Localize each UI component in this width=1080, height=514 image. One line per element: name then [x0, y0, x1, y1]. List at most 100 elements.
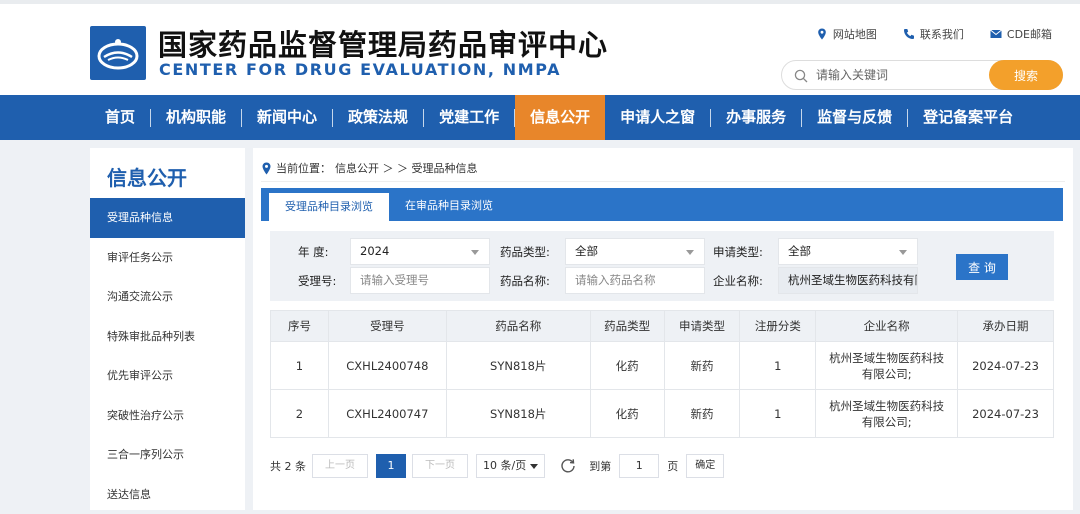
- nav-item-news[interactable]: 新闻中心: [242, 95, 332, 140]
- nav-item-applicant[interactable]: 申请人之窗: [605, 95, 710, 140]
- cell-company: 杭州圣域生物医药科技有限公司;: [816, 342, 958, 390]
- year-value: 2024: [360, 244, 389, 258]
- divider: [261, 181, 1065, 182]
- page-size-select[interactable]: 10 条/页: [476, 454, 545, 478]
- page-number-current[interactable]: 1: [376, 454, 406, 478]
- nav-item-party[interactable]: 党建工作: [424, 95, 514, 140]
- location-pin-icon: [261, 162, 272, 175]
- breadcrumb: 当前位置： 信息公开 ＞ ＞ 受理品种信息: [261, 160, 478, 176]
- accept-no-input[interactable]: 请输入受理号: [350, 267, 490, 294]
- nav-item-functions[interactable]: 机构职能: [151, 95, 241, 140]
- top-links: 网站地图 联系我们 CDE邮箱: [816, 26, 1052, 42]
- mail-label: CDE邮箱: [1007, 26, 1052, 42]
- tab-bar: 受理品种目录浏览 在审品种目录浏览: [261, 188, 1063, 221]
- sidebar-item-review-tasks[interactable]: 审评任务公示: [90, 238, 245, 278]
- sidebar-item-three-in-one[interactable]: 三合一序列公示: [90, 435, 245, 475]
- apply-type-select[interactable]: 全部: [778, 238, 918, 265]
- year-select[interactable]: 2024: [350, 238, 490, 265]
- nav-item-policy[interactable]: 政策法规: [333, 95, 423, 140]
- tab-accepted-catalog[interactable]: 受理品种目录浏览: [269, 193, 389, 221]
- company-label: 企业名称:: [713, 273, 763, 289]
- year-label: 年 度:: [298, 244, 329, 260]
- cell-accept-no: CXHL2400748: [328, 342, 446, 390]
- drug-type-value: 全部: [575, 244, 598, 258]
- nav-item-registration[interactable]: 登记备案平台: [908, 95, 1028, 140]
- column-header: 序号: [271, 311, 329, 342]
- column-header: 受理号: [328, 311, 446, 342]
- mail-icon: [990, 28, 1002, 40]
- logo-emblem-icon: [90, 26, 146, 80]
- next-page-button[interactable]: 下一页: [412, 454, 468, 478]
- search-button[interactable]: 搜索: [989, 60, 1063, 90]
- site-header: 国家药品监督管理局药品审评中心 CENTER FOR DRUG EVALUATI…: [0, 4, 1080, 95]
- page-unit-label: 页: [667, 458, 678, 474]
- cell-index: 1: [271, 342, 329, 390]
- prev-page-button[interactable]: 上一页: [312, 454, 368, 478]
- drug-type-label: 药品类型:: [500, 244, 550, 260]
- results-table: 序号 受理号 药品名称 药品类型 申请类型 注册分类 企业名称 承办日期 1 C…: [270, 310, 1054, 438]
- table-row[interactable]: 1 CXHL2400748 SYN818片 化药 新药 1 杭州圣域生物医药科技…: [271, 342, 1054, 390]
- cde-logo[interactable]: [90, 26, 146, 80]
- nav-item-info-public[interactable]: 信息公开: [515, 95, 605, 140]
- goto-label: 到第: [589, 458, 611, 474]
- cell-reg-class: 1: [740, 342, 816, 390]
- breadcrumb-prefix: 当前位置：: [276, 160, 331, 176]
- cell-drug-name: SYN818片: [446, 342, 590, 390]
- goto-confirm-button[interactable]: 确定: [686, 454, 724, 478]
- contact-link[interactable]: 联系我们: [903, 26, 964, 42]
- nav-item-services[interactable]: 办事服务: [711, 95, 801, 140]
- cell-date: 2024-07-23: [958, 342, 1054, 390]
- sidebar-title: 信息公开: [90, 148, 245, 198]
- goto-page-input[interactable]: 1: [619, 454, 659, 478]
- column-header: 注册分类: [740, 311, 816, 342]
- company-input[interactable]: 杭州圣域生物医药科技有限: [778, 267, 918, 294]
- mail-link[interactable]: CDE邮箱: [990, 26, 1052, 42]
- site-subtitle: CENTER FOR DRUG EVALUATION, NMPA: [159, 60, 561, 79]
- breadcrumb-path[interactable]: 信息公开 ＞ ＞ 受理品种信息: [335, 160, 478, 176]
- search-box: 搜索: [781, 60, 1063, 90]
- search-icon: [794, 69, 808, 83]
- search-input[interactable]: [816, 65, 986, 85]
- sidebar-item-communication[interactable]: 沟通交流公示: [90, 277, 245, 317]
- cell-drug-type: 化药: [590, 342, 664, 390]
- sidebar-item-special-approval[interactable]: 特殊审批品种列表: [90, 317, 245, 357]
- column-header: 承办日期: [958, 311, 1054, 342]
- cell-reg-class: 1: [740, 390, 816, 438]
- drug-name-input[interactable]: 请输入药品名称: [565, 267, 705, 294]
- sidebar-item-accepted-varieties[interactable]: 受理品种信息: [90, 198, 245, 238]
- cell-drug-name: SYN818片: [446, 390, 590, 438]
- apply-type-value: 全部: [788, 244, 811, 258]
- apply-type-label: 申请类型:: [713, 244, 763, 260]
- cell-apply-type: 新药: [664, 390, 740, 438]
- main-nav: 首页 机构职能 新闻中心 政策法规 党建工作 信息公开 申请人之窗 办事服务 监…: [0, 95, 1080, 140]
- tab-under-review-catalog[interactable]: 在审品种目录浏览: [389, 188, 509, 221]
- accept-no-label: 受理号:: [298, 273, 336, 289]
- chevron-down-icon: [899, 250, 907, 255]
- sidebar-item-delivery[interactable]: 送达信息: [90, 475, 245, 514]
- chevron-down-icon: [471, 250, 479, 255]
- cell-company: 杭州圣域生物医药科技有限公司;: [816, 390, 958, 438]
- pagination: 共 2 条 上一页 1 下一页 10 条/页 到第 1 页 确定: [270, 454, 724, 478]
- drug-type-select[interactable]: 全部: [565, 238, 705, 265]
- table-row[interactable]: 2 CXHL2400747 SYN818片 化药 新药 1 杭州圣域生物医药科技…: [271, 390, 1054, 438]
- table-header-row: 序号 受理号 药品名称 药品类型 申请类型 注册分类 企业名称 承办日期: [271, 311, 1054, 342]
- column-header: 药品类型: [590, 311, 664, 342]
- column-header: 申请类型: [664, 311, 740, 342]
- refresh-icon[interactable]: [559, 457, 577, 475]
- cell-date: 2024-07-23: [958, 390, 1054, 438]
- nav-item-feedback[interactable]: 监督与反馈: [802, 95, 907, 140]
- drug-name-label: 药品名称:: [500, 273, 550, 289]
- contact-label: 联系我们: [920, 26, 964, 42]
- query-button[interactable]: 查 询: [956, 254, 1008, 280]
- filter-panel: 年 度: 2024 药品类型: 全部 申请类型: 全部 受理号: 请输入受理号 …: [270, 231, 1054, 301]
- column-header: 药品名称: [446, 311, 590, 342]
- chevron-down-icon: [530, 464, 538, 469]
- chevron-down-icon: [686, 250, 694, 255]
- sidebar-item-breakthrough[interactable]: 突破性治疗公示: [90, 396, 245, 436]
- nav-item-home[interactable]: 首页: [90, 95, 150, 140]
- sidebar-item-priority-review[interactable]: 优先审评公示: [90, 356, 245, 396]
- cell-accept-no: CXHL2400747: [328, 390, 446, 438]
- cell-drug-type: 化药: [590, 390, 664, 438]
- sidebar: 信息公开 受理品种信息 审评任务公示 沟通交流公示 特殊审批品种列表 优先审评公…: [90, 148, 245, 510]
- sitemap-link[interactable]: 网站地图: [816, 26, 877, 42]
